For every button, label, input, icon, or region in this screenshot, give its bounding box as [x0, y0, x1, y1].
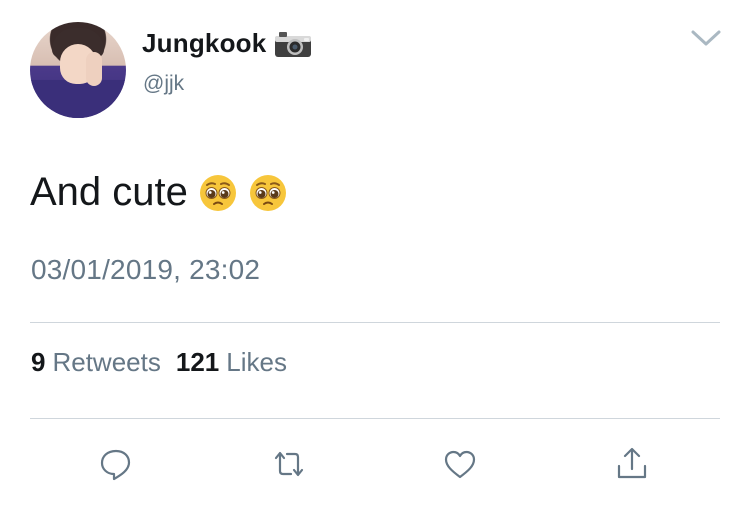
share-button[interactable] — [612, 444, 652, 484]
camera-icon — [274, 30, 312, 58]
tweet-text: And cute — [30, 170, 188, 214]
likes-label[interactable]: Likes — [226, 347, 287, 378]
divider — [30, 418, 720, 419]
chevron-down-icon[interactable] — [690, 28, 722, 48]
tweet-stats: 9 Retweets 121 Likes — [31, 347, 295, 378]
author-handle[interactable]: @jjk — [143, 72, 184, 96]
avatar[interactable] — [30, 22, 126, 118]
pleading-face-emoji — [198, 173, 238, 213]
divider — [30, 322, 720, 323]
tweet-text-row: And cute — [30, 170, 288, 215]
tweet-timestamp[interactable]: 03/01/2019, 23:02 — [31, 254, 260, 286]
avatar-hand — [86, 52, 102, 86]
reply-icon — [100, 449, 131, 481]
reply-button[interactable] — [96, 444, 136, 484]
heart-icon — [444, 450, 476, 479]
share-icon — [617, 447, 647, 479]
author-name-row: Jungkook — [142, 28, 312, 59]
retweets-count[interactable]: 9 — [31, 347, 45, 378]
retweet-button[interactable] — [269, 444, 309, 484]
likes-count[interactable]: 121 — [176, 347, 219, 378]
retweet-icon — [274, 451, 304, 477]
pleading-face-emoji — [248, 173, 288, 213]
retweets-label[interactable]: Retweets — [52, 347, 160, 378]
avatar-jacket — [30, 80, 126, 118]
like-button[interactable] — [440, 444, 480, 484]
author-display-name[interactable]: Jungkook — [142, 28, 266, 59]
